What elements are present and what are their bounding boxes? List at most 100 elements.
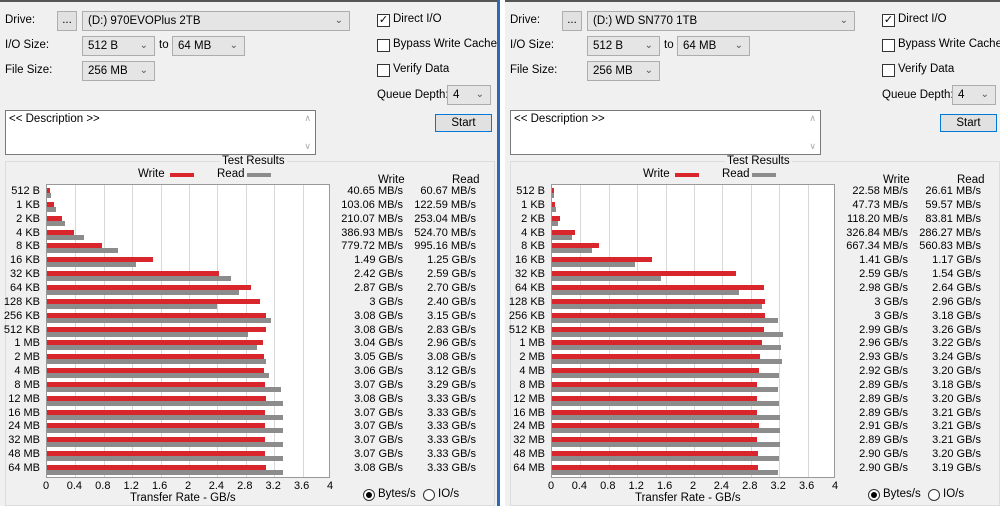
read-value: 3.22 GB/s xyxy=(932,337,981,350)
bytes-per-sec-radio[interactable] xyxy=(363,489,375,501)
read-value: 3.33 GB/s xyxy=(427,448,476,461)
write-value: 2.42 GB/s xyxy=(354,268,403,281)
y-tick-label: 512 KB xyxy=(3,323,40,336)
window-separator xyxy=(497,0,505,506)
io-size-to-select[interactable]: 64 MB ⌄ xyxy=(677,36,750,56)
read-bar xyxy=(552,234,573,240)
y-tick-label: 1 MB xyxy=(14,337,40,350)
write-value: 2.90 GB/s xyxy=(859,462,908,474)
x-tick-label: 3.6 xyxy=(798,480,815,492)
test-results-title: Test Results xyxy=(725,155,792,167)
read-value: 3.21 GB/s xyxy=(932,420,981,433)
scroll-up-icon[interactable]: ∧ xyxy=(304,113,311,124)
drive-select[interactable]: (D:) 970EVOPlus 2TB ⌄ xyxy=(82,11,350,31)
read-value: 253.04 MB/s xyxy=(414,212,476,225)
bypass-write-cache-checkbox[interactable] xyxy=(377,39,390,52)
io-per-sec-radio[interactable] xyxy=(423,489,435,501)
queue-depth-select[interactable]: 4 ⌄ xyxy=(447,85,491,105)
read-value: 2.96 GB/s xyxy=(427,337,476,350)
read-value: 3.33 GB/s xyxy=(427,462,476,474)
x-axis-title: Transfer Rate - GB/s xyxy=(130,492,236,504)
y-tick-label: 4 KB xyxy=(521,226,545,239)
scroll-down-icon[interactable]: ∨ xyxy=(304,141,311,152)
verify-data-label: Verify Data xyxy=(393,63,450,75)
read-value: 3.19 GB/s xyxy=(932,462,981,474)
file-size-select[interactable]: 256 MB ⌄ xyxy=(587,61,660,81)
read-value: 3.21 GB/s xyxy=(932,434,981,447)
write-value: 3.08 GB/s xyxy=(354,462,403,474)
read-value: 60.67 MB/s xyxy=(420,185,476,197)
x-tick-label: 1.6 xyxy=(151,480,168,492)
description-text: << Description >> xyxy=(514,113,605,125)
write-value: 3.08 GB/s xyxy=(354,309,403,322)
read-bar xyxy=(552,248,592,254)
drive-select-value: (D:) 970EVOPlus 2TB xyxy=(88,15,201,27)
io-per-sec-radio[interactable] xyxy=(928,489,940,501)
write-value: 3.07 GB/s xyxy=(354,406,403,419)
x-tick-label: 0 xyxy=(42,480,50,492)
drive-select[interactable]: (D:) WD SN770 1TB ⌄ xyxy=(587,11,855,31)
bytes-per-sec-label: Bytes/s xyxy=(883,488,921,500)
direct-io-checkbox[interactable]: ✓ xyxy=(377,14,390,27)
y-tick-label: 256 KB xyxy=(508,309,545,322)
scroll-down-icon[interactable]: ∨ xyxy=(809,141,816,152)
queue-depth-select[interactable]: 4 ⌄ xyxy=(952,85,996,105)
write-value: 22.58 MB/s xyxy=(852,185,908,197)
browse-button[interactable]: ... xyxy=(562,11,582,31)
y-tick-label: 12 MB xyxy=(513,392,545,405)
read-bar xyxy=(552,470,779,475)
write-value: 1.41 GB/s xyxy=(859,254,908,267)
write-value: 47.73 MB/s xyxy=(852,198,908,211)
write-value: 2.91 GB/s xyxy=(859,420,908,433)
y-tick-label: 64 MB xyxy=(8,462,40,474)
io-size-to-select[interactable]: 64 MB ⌄ xyxy=(172,36,245,56)
read-value: 3.21 GB/s xyxy=(932,406,981,419)
start-button[interactable]: Start xyxy=(940,114,997,132)
x-tick-label: 4 xyxy=(831,480,839,492)
legend-write-swatch xyxy=(170,173,194,177)
read-bar xyxy=(47,276,231,282)
drive-label: Drive: xyxy=(510,14,541,26)
io-size-from-select[interactable]: 512 B ⌄ xyxy=(587,36,660,56)
bypass-write-cache-checkbox[interactable] xyxy=(882,39,895,52)
start-button[interactable]: Start xyxy=(435,114,492,132)
write-value: 3 GB/s xyxy=(874,295,908,308)
read-value: 3.12 GB/s xyxy=(427,365,476,378)
read-value: 3.18 GB/s xyxy=(932,309,981,322)
read-bar xyxy=(552,262,636,268)
read-bar xyxy=(552,414,780,420)
y-tick-label: 16 KB xyxy=(515,254,545,267)
read-bar xyxy=(552,428,780,434)
y-tick-label: 8 KB xyxy=(16,240,40,253)
write-value: 3.07 GB/s xyxy=(354,420,403,433)
read-value: 59.57 MB/s xyxy=(925,198,981,211)
file-size-select[interactable]: 256 MB ⌄ xyxy=(82,61,155,81)
bytes-per-sec-radio[interactable] xyxy=(868,489,880,501)
scroll-up-icon[interactable]: ∧ xyxy=(809,113,816,124)
read-bar xyxy=(47,331,248,337)
io-size-from-select[interactable]: 512 B ⌄ xyxy=(82,36,155,56)
direct-io-label: Direct I/O xyxy=(393,13,442,25)
y-tick-label: 32 MB xyxy=(8,434,40,447)
read-bar xyxy=(552,400,780,406)
legend-write-label: Write xyxy=(643,168,670,180)
verify-data-checkbox[interactable] xyxy=(377,64,390,77)
x-tick-label: 1.2 xyxy=(628,480,644,492)
description-textarea[interactable]: << Description >> ∧ ∨ xyxy=(510,110,821,155)
y-tick-label: 24 MB xyxy=(513,420,545,433)
verify-data-checkbox[interactable] xyxy=(882,64,895,77)
chevron-down-icon: ⌄ xyxy=(839,15,848,26)
read-bar xyxy=(47,456,284,462)
description-textarea[interactable]: << Description >> ∧ ∨ xyxy=(5,110,316,155)
y-tick-label: 48 MB xyxy=(8,448,40,461)
read-value: 3.33 GB/s xyxy=(427,392,476,405)
direct-io-checkbox[interactable]: ✓ xyxy=(882,14,895,27)
y-tick-label: 4 MB xyxy=(14,365,40,378)
y-tick-label: 512 KB xyxy=(508,323,545,336)
y-tick-label: 128 KB xyxy=(3,295,40,308)
read-value: 3.20 GB/s xyxy=(932,365,981,378)
bar-chart-plot xyxy=(551,184,835,478)
y-tick-label: 32 MB xyxy=(513,434,545,447)
chevron-down-icon: ⌄ xyxy=(644,65,653,76)
browse-button[interactable]: ... xyxy=(57,11,77,31)
